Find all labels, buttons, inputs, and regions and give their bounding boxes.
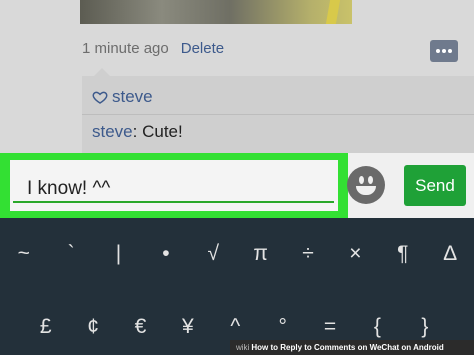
key-equals[interactable]: =: [306, 312, 353, 342]
comment-item[interactable]: steve: Cute!: [92, 122, 183, 144]
key-open-brace[interactable]: {: [354, 312, 401, 342]
caption-text: How to Reply to Comments on WeChat on An…: [251, 343, 444, 352]
moment-photo[interactable]: [80, 0, 352, 24]
key-sqrt[interactable]: √: [190, 239, 237, 269]
key-tilde[interactable]: ~: [0, 239, 47, 269]
key-delta[interactable]: ∆: [427, 239, 474, 269]
key-multiply[interactable]: ×: [332, 239, 379, 269]
comment-input-value: I know! ^^: [27, 178, 111, 199]
input-highlight: I know! ^^: [0, 153, 348, 218]
keyboard-row-2: £ ¢ € ¥ ^ ° = { }: [0, 312, 474, 342]
likes-row: steve: [92, 86, 153, 108]
send-button[interactable]: Send: [404, 165, 466, 206]
more-dots-icon: [436, 49, 452, 53]
key-degree[interactable]: °: [259, 312, 306, 342]
emoji-mouth: [356, 186, 376, 195]
emoji-icon[interactable]: [347, 166, 385, 204]
delete-link[interactable]: Delete: [181, 40, 224, 57]
timestamp: 1 minute ago: [82, 39, 169, 57]
emoji-eye-right: [368, 176, 373, 184]
key-pilcrow[interactable]: ¶: [379, 239, 426, 269]
input-underline: [13, 201, 334, 203]
caption-brand: wiki: [236, 343, 250, 352]
key-cent[interactable]: ¢: [69, 312, 116, 342]
moment-meta: 1 minute ago Delete: [82, 38, 224, 58]
comment-text: : Cute!: [132, 122, 183, 141]
key-yen[interactable]: ¥: [164, 312, 211, 342]
key-pi[interactable]: π: [237, 239, 284, 269]
key-pipe[interactable]: |: [95, 239, 142, 269]
comment-input[interactable]: I know! ^^: [10, 160, 338, 211]
key-close-brace[interactable]: }: [401, 312, 448, 342]
symbol-keyboard: ~ ` | • √ π ÷ × ¶ ∆ £ ¢ € ¥ ^ ° = { }: [0, 218, 474, 355]
caption-banner: wiki How to Reply to Comments on WeChat …: [230, 340, 474, 355]
likes-comments-box: steve steve: Cute!: [82, 68, 474, 153]
key-caret[interactable]: ^: [212, 312, 259, 342]
key-bullet[interactable]: •: [142, 239, 189, 269]
key-backtick[interactable]: `: [47, 239, 94, 269]
emoji-eye-left: [359, 176, 364, 184]
comment-author[interactable]: steve: [92, 122, 133, 141]
key-euro[interactable]: €: [117, 312, 164, 342]
key-divide[interactable]: ÷: [284, 239, 331, 269]
key-pound[interactable]: £: [22, 312, 69, 342]
comment-options-button[interactable]: [430, 40, 458, 62]
box-pointer: [94, 68, 110, 76]
photo-detail: [325, 0, 341, 24]
comment-input-bar: I know! ^^: [0, 153, 474, 218]
divider: [82, 114, 474, 115]
like-user-name[interactable]: steve: [112, 87, 153, 107]
keyboard-row-1: ~ ` | • √ π ÷ × ¶ ∆: [0, 239, 474, 269]
heart-icon: [92, 91, 108, 104]
